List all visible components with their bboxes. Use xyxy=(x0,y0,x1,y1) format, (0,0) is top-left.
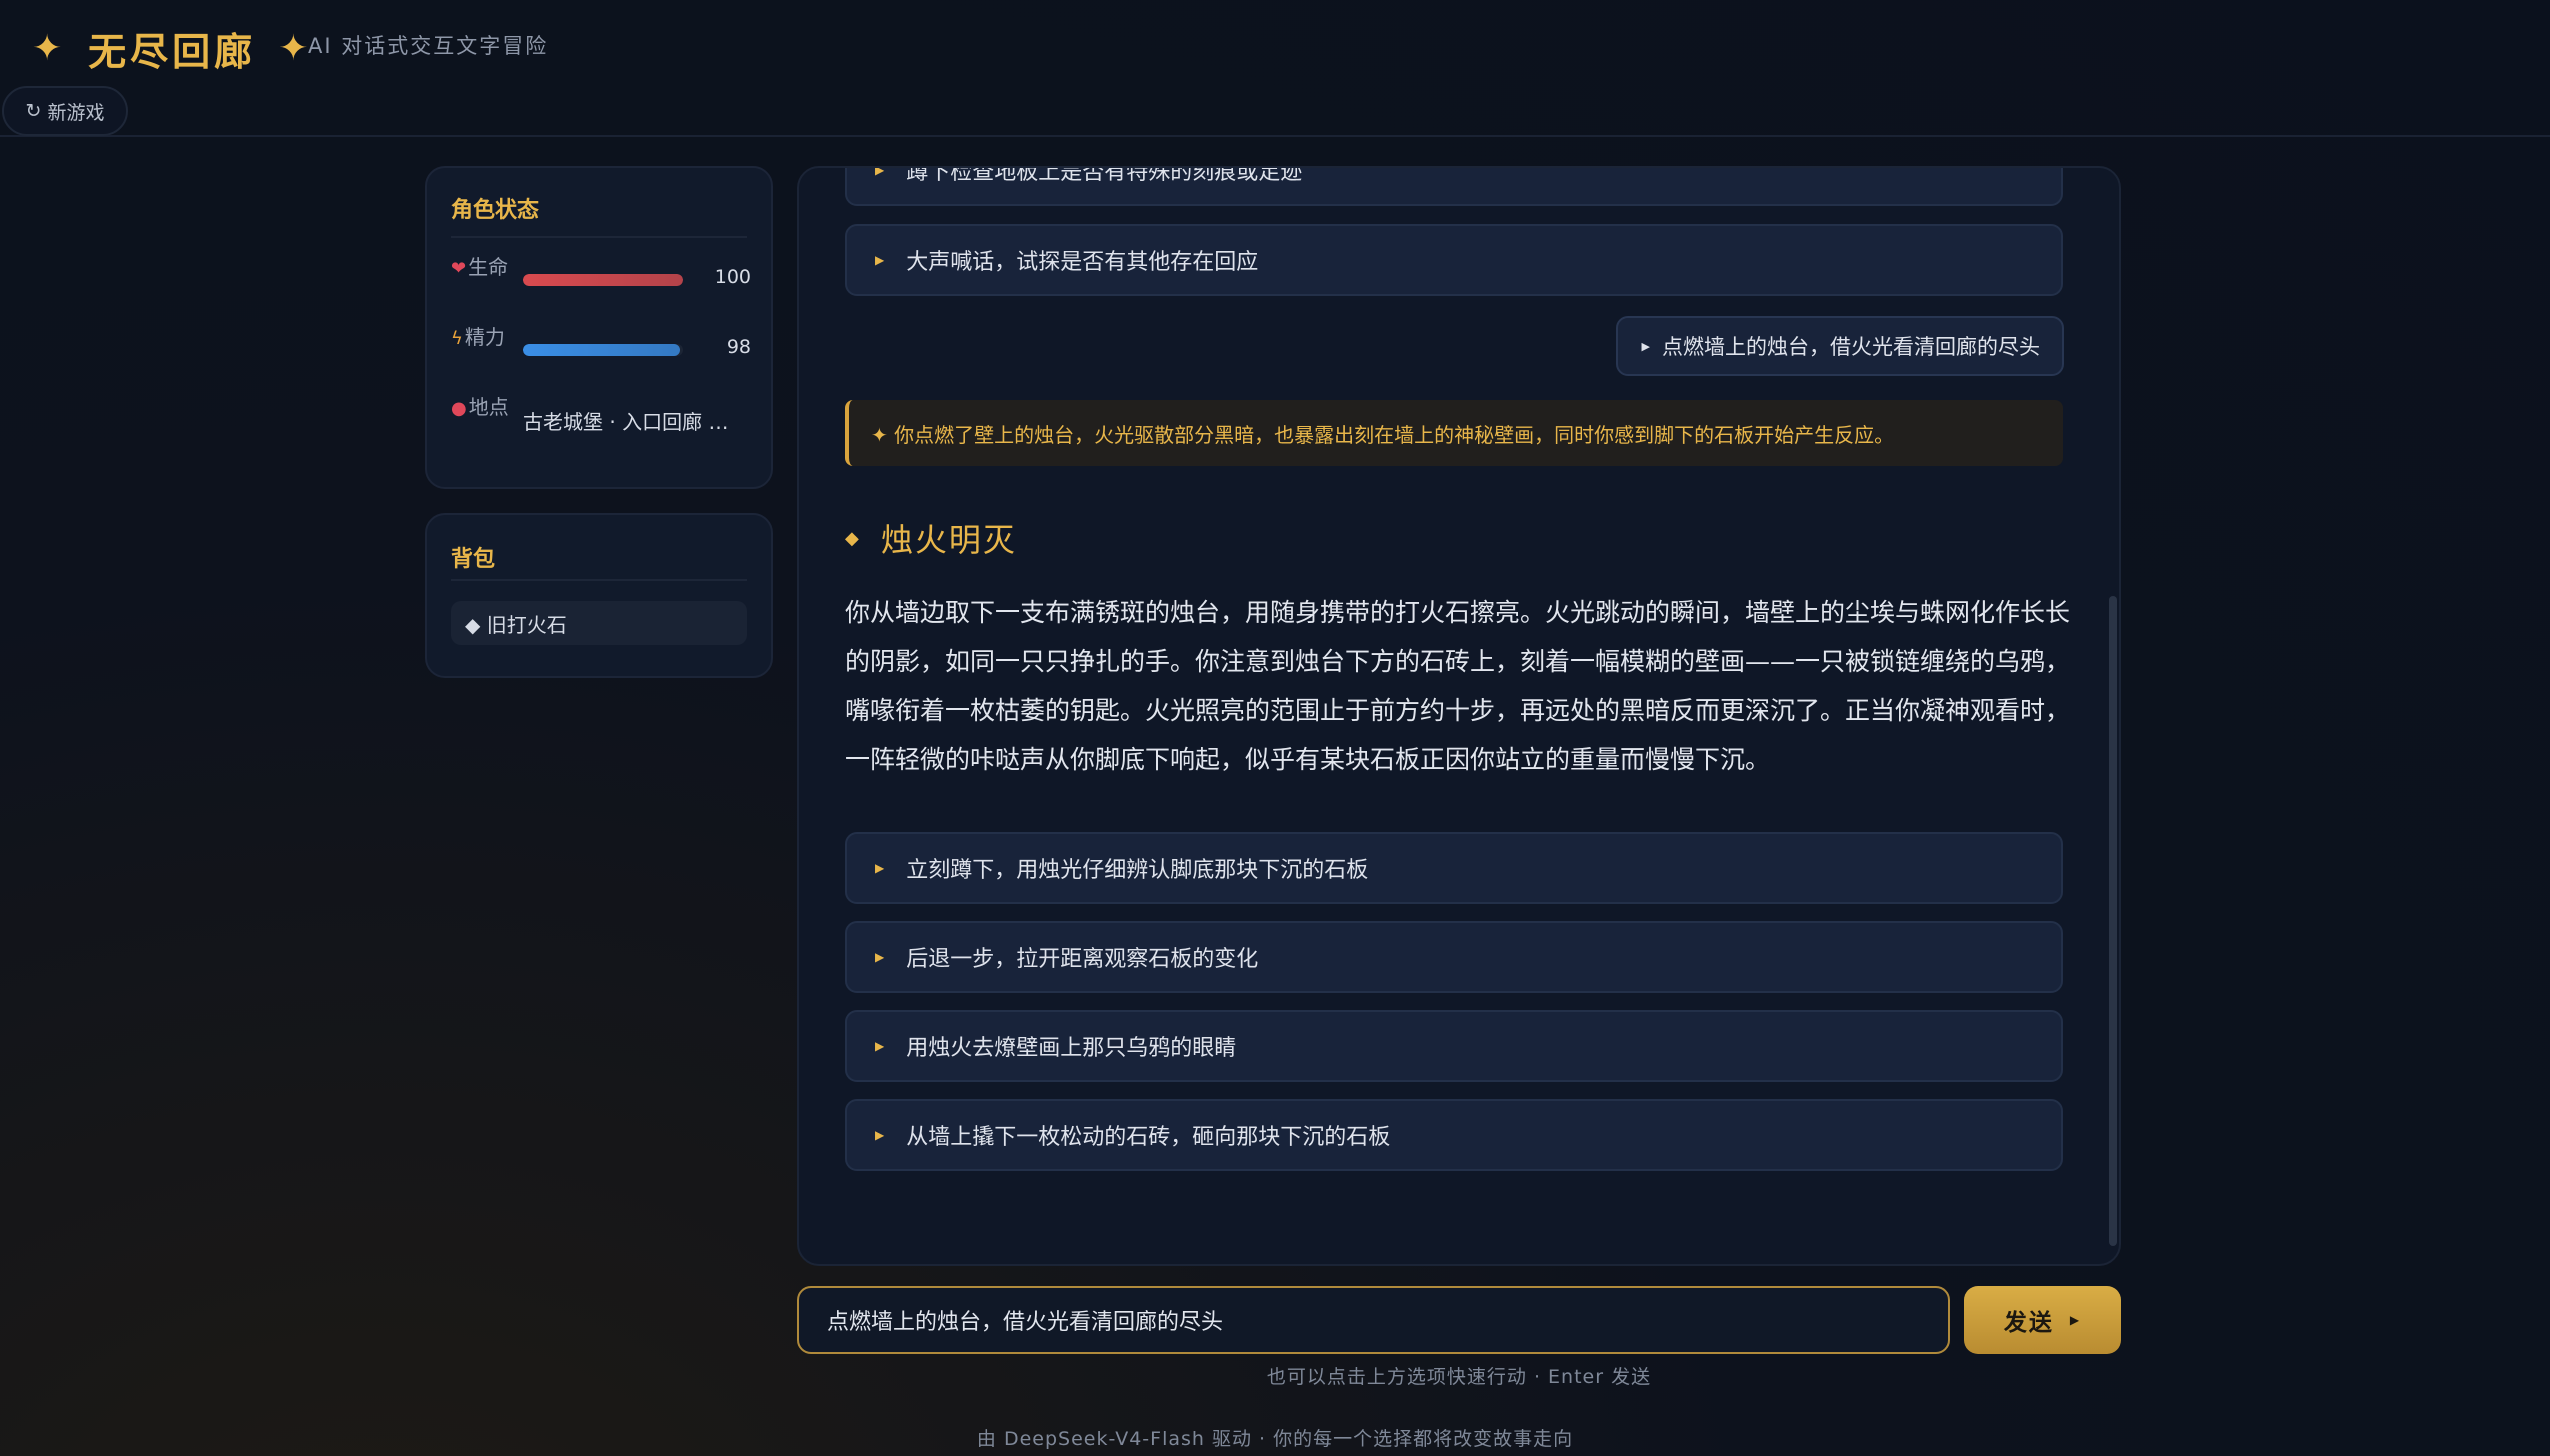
stat-label-health: ❤ 生命 xyxy=(451,255,509,279)
play-triangle-icon: ▶ xyxy=(875,1039,885,1053)
app-subtitle: AI 对话式交互文字冒险 xyxy=(308,34,549,58)
restart-icon: ↻ xyxy=(25,100,42,122)
play-triangle-icon: ▶ xyxy=(875,253,885,267)
play-triangle-icon: ▶ xyxy=(875,950,885,964)
location-value: 古老城堡 · 入口回廊 · 石壁前 xyxy=(523,410,733,434)
diamond-icon: ◆ xyxy=(845,527,861,549)
energy-bar xyxy=(523,344,683,356)
health-bar-fill xyxy=(523,274,683,286)
option-button[interactable]: ▶ 蹲下检查地板上是否有特殊的刻痕或足迹 xyxy=(845,166,2063,206)
option-label: 后退一步，拉开距离观察石板的变化 xyxy=(906,947,1259,972)
play-triangle-icon: ▶ xyxy=(875,1128,885,1142)
health-bar xyxy=(523,274,683,286)
option-label: 从墙上撬下一枚松动的石砖，砸向那块下沉的石板 xyxy=(906,1125,1391,1150)
stat-row-energy: ϟ 精力 98 xyxy=(451,324,751,380)
option-label: 立刻蹲下，用烛光仔细辨认脚底那块下沉的石板 xyxy=(906,858,1369,883)
status-panel: 角色状态 ❤生命 100 ϟ精力 98 ●地点 古老城堡 · 入口回廊 · 石壁… xyxy=(425,166,773,489)
action-input[interactable] xyxy=(797,1286,1950,1354)
option-label: 蹲下检查地板上是否有特殊的刻痕或足迹 xyxy=(906,166,1303,185)
divider xyxy=(451,579,747,581)
option-button[interactable]: ▶ 用烛火去燎壁画上那只乌鸦的眼睛 xyxy=(845,1010,2063,1082)
sparkle-icon: ✦ xyxy=(32,27,67,69)
footer-text: 由 DeepSeek-V4-Flash 驱动 · 你的每一个选择都将改变故事走向 xyxy=(976,1428,1574,1450)
stat-label-energy: ϟ 精力 xyxy=(451,325,505,349)
play-triangle-icon: ▶ xyxy=(2069,1313,2082,1327)
send-button[interactable]: 发送 ▶ xyxy=(1964,1286,2121,1354)
send-label: 发送 xyxy=(2003,1310,2054,1336)
inventory-panel-title: 背包 xyxy=(451,547,496,572)
new-game-label: 新游戏 xyxy=(47,101,105,124)
play-triangle-icon: ▶ xyxy=(875,861,885,875)
stat-row-location: ●地点 古老城堡 · 入口回廊 · 石壁前 xyxy=(451,394,751,450)
system-note: ✦ 你点燃了壁上的烛台，火光驱散部分黑暗，也暴露出刻在墙上的神秘壁画，同时你感到… xyxy=(845,400,2063,466)
option-label: 大声喊话，试探是否有其他存在回应 xyxy=(906,250,1259,275)
play-triangle-icon: ▶ xyxy=(875,166,885,177)
option-button[interactable]: ▶ 后退一步，拉开距离观察石板的变化 xyxy=(845,921,2063,993)
new-game-button[interactable]: ↻ 新游戏 xyxy=(2,86,128,136)
app-header: ✦ 无尽回廊 ✦ AI 对话式交互文字冒险 ↻ 新游戏 xyxy=(0,0,2550,137)
option-button[interactable]: ▶ 从墙上撬下一枚松动的石砖，砸向那块下沉的石板 xyxy=(845,1099,2063,1171)
stat-row-health: ❤ 生命 100 xyxy=(451,254,751,310)
user-message: ▶ 点燃墙上的烛台，借火光看清回廊的尽头 xyxy=(1615,316,2064,376)
app-logo: ✦ 无尽回廊 ✦ xyxy=(32,18,312,78)
option-button[interactable]: ▶ 大声喊话，试探是否有其他存在回应 xyxy=(845,224,2063,296)
divider xyxy=(451,236,747,238)
option-button[interactable]: ▶ 立刻蹲下，用烛光仔细辨认脚底那块下沉的石板 xyxy=(845,832,2063,904)
scene-title-text: 烛火明灭 xyxy=(880,521,1017,559)
heart-icon: ❤ xyxy=(451,258,467,279)
scene-title: ◆ 烛火明灭 xyxy=(845,514,1017,562)
app-title: 无尽回廊 xyxy=(88,29,257,74)
energy-bar-fill xyxy=(523,344,680,356)
story-panel[interactable]: ▶ 蹲下检查地板上是否有特殊的刻痕或足迹 ▶ 大声喊话，试探是否有其他存在回应 … xyxy=(797,166,2121,1266)
narrative-text: 你从墙边取下一支布满锈斑的烛台，用随身携带的打火石擦亮。火光跳动的瞬间，墙壁上的… xyxy=(845,598,2071,774)
stat-label-location: ● 地点 xyxy=(451,395,509,419)
user-message-text: 点燃墙上的烛台，借火光看清回廊的尽头 xyxy=(1662,335,2040,359)
inventory-item[interactable]: ◆ 旧打火石 xyxy=(451,601,747,645)
play-triangle-icon: ▶ xyxy=(1641,339,1650,353)
option-label: 用烛火去燎壁画上那只乌鸦的眼睛 xyxy=(906,1036,1237,1061)
lightning-icon: ϟ xyxy=(451,328,463,349)
pin-icon: ● xyxy=(451,398,467,419)
inventory-panel: 背包 ◆ 旧打火石 xyxy=(425,513,773,678)
status-panel-title: 角色状态 xyxy=(451,198,540,223)
input-hint: 也可以点击上方选项快速行动 · Enter 发送 xyxy=(1266,1366,1652,1388)
scrollbar-thumb[interactable] xyxy=(2109,596,2117,1246)
energy-value: 98 xyxy=(726,336,751,358)
health-value: 100 xyxy=(714,266,751,288)
